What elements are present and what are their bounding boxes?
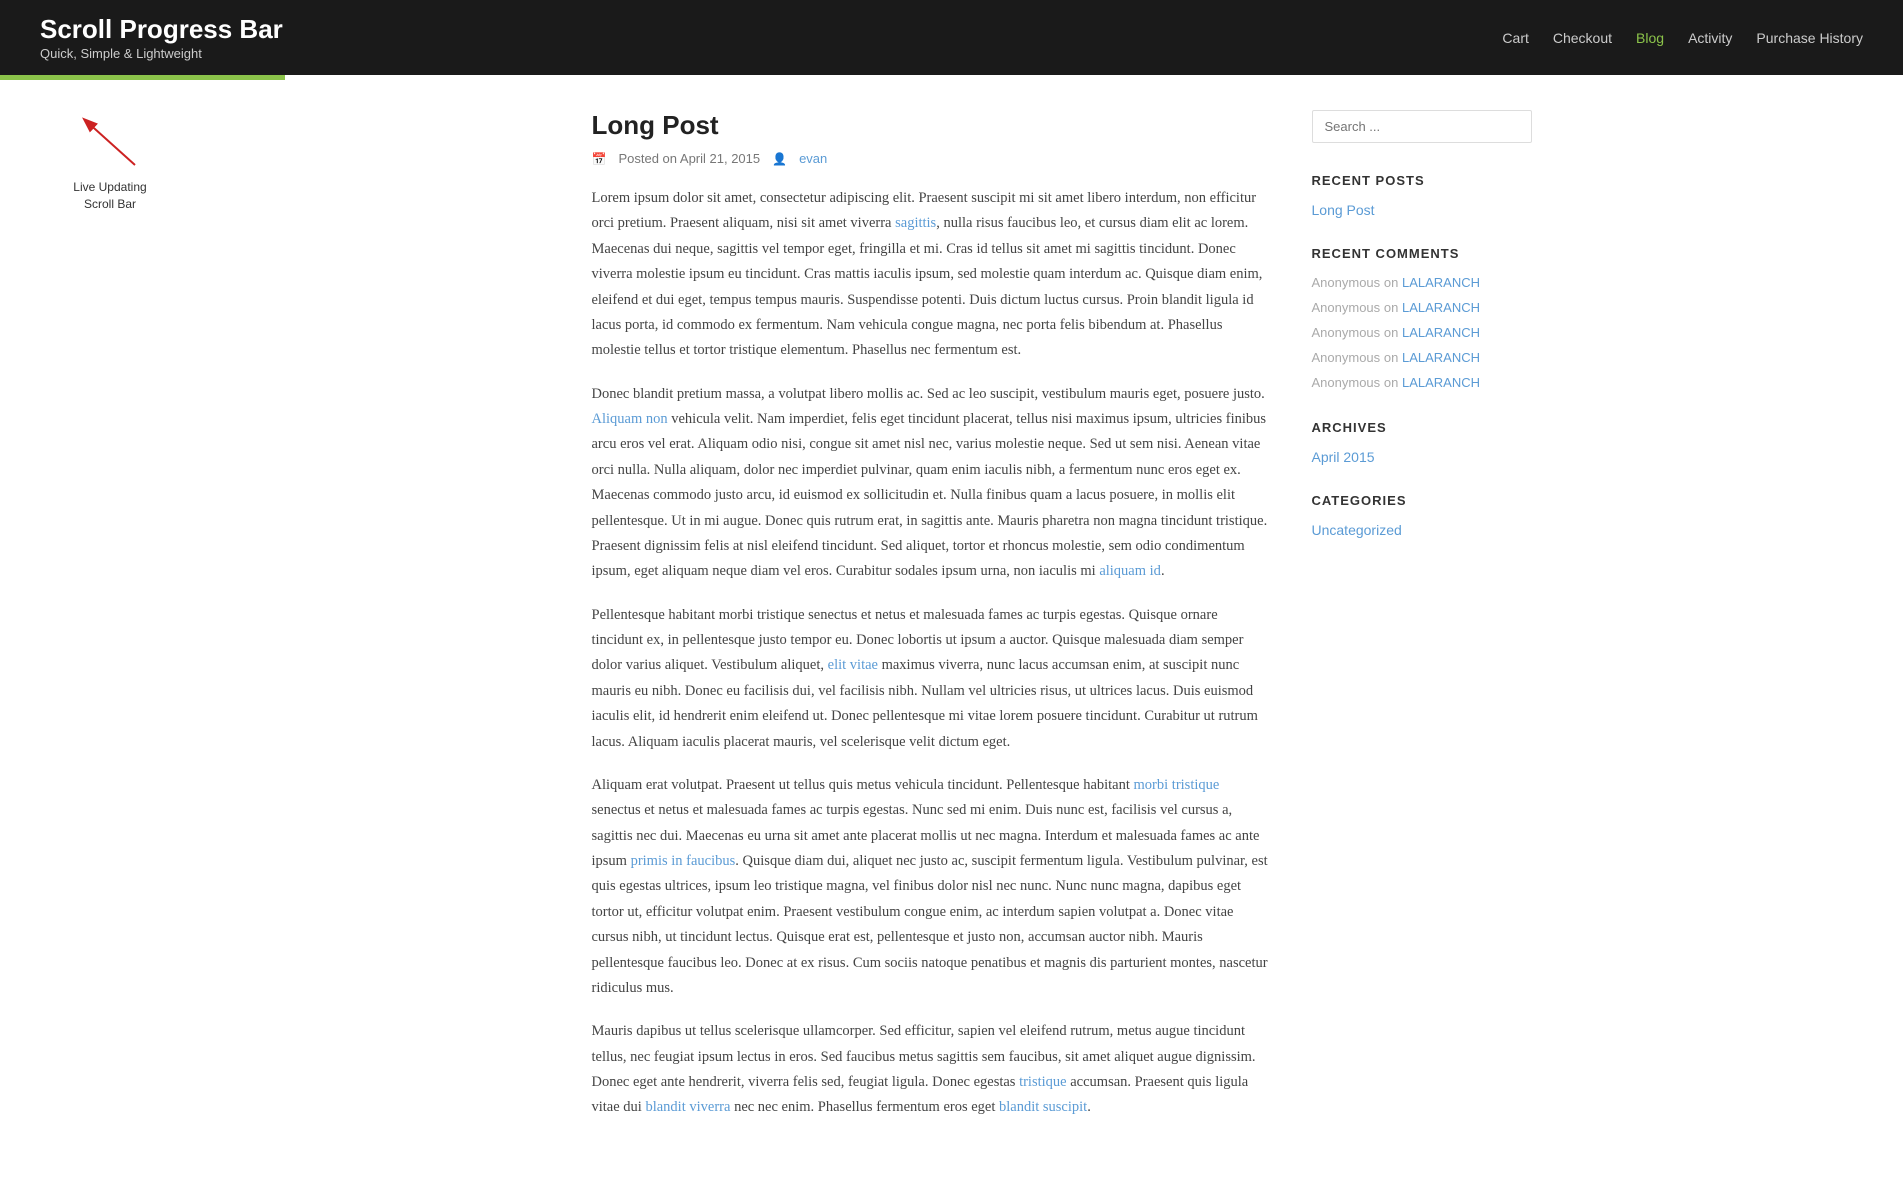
recent-comments-list: Anonymous on LALARANCH Anonymous on LALAR… bbox=[1312, 275, 1532, 392]
nav-link-checkout[interactable]: Checkout bbox=[1553, 30, 1612, 46]
post-paragraph-4: Mauris dapibus ut tellus scelerisque ull… bbox=[592, 1019, 1272, 1121]
post-content: Long Post 📅 Posted on April 21, 2015 👤 e… bbox=[592, 110, 1272, 1139]
main-nav: Cart Checkout Blog Activity Purchase History bbox=[1502, 30, 1863, 46]
recent-posts-list: Long Post bbox=[1312, 202, 1532, 218]
search-box bbox=[1312, 110, 1532, 143]
recent-comment-item: Anonymous on LALARANCH bbox=[1312, 275, 1532, 292]
recent-post-link[interactable]: Long Post bbox=[1312, 202, 1532, 218]
scroll-progress-bar bbox=[0, 75, 285, 80]
recent-posts-section: RECENT POSTS Long Post bbox=[1312, 173, 1532, 218]
categories-list: Uncategorized bbox=[1312, 522, 1532, 538]
nav-link-blog[interactable]: Blog bbox=[1636, 30, 1664, 46]
post-body: Lorem ipsum dolor sit amet, consectetur … bbox=[592, 186, 1272, 1121]
category-link[interactable]: Uncategorized bbox=[1312, 522, 1532, 538]
post-paragraph-1: Donec blandit pretium massa, a volutpat … bbox=[592, 382, 1272, 585]
archives-list: April 2015 bbox=[1312, 449, 1532, 465]
arrow-icon bbox=[65, 105, 155, 175]
main-wrapper: Long Post 📅 Posted on April 21, 2015 👤 e… bbox=[352, 80, 1552, 1179]
nav-link-activity[interactable]: Activity bbox=[1688, 30, 1732, 46]
recent-comment-item: Anonymous on LALARANCH bbox=[1312, 300, 1532, 317]
archives-section: ARCHIVES April 2015 bbox=[1312, 420, 1532, 465]
arrow-annotation: Live UpdatingScroll Bar bbox=[65, 105, 155, 213]
post-paragraph-2: Pellentesque habitant morbi tristique se… bbox=[592, 603, 1272, 755]
calendar-icon: 📅 bbox=[592, 152, 607, 166]
archive-link[interactable]: April 2015 bbox=[1312, 449, 1532, 465]
post-date: Posted on April 21, 2015 bbox=[618, 151, 760, 166]
site-tagline: Quick, Simple & Lightweight bbox=[40, 46, 283, 61]
right-sidebar: RECENT POSTS Long Post RECENT COMMENTS A… bbox=[1312, 110, 1532, 1139]
categories-section: CATEGORIES Uncategorized bbox=[1312, 493, 1532, 538]
post-paragraph-0: Lorem ipsum dolor sit amet, consectetur … bbox=[592, 186, 1272, 364]
nav-link-cart[interactable]: Cart bbox=[1502, 30, 1528, 46]
site-title: Scroll Progress Bar bbox=[40, 14, 283, 45]
left-sidebar-annotation: Live UpdatingScroll Bar bbox=[0, 85, 220, 233]
site-header: Scroll Progress Bar Quick, Simple & Ligh… bbox=[0, 0, 1903, 75]
post-paragraph-3: Aliquam erat volutpat. Praesent ut tellu… bbox=[592, 773, 1272, 1001]
recent-comments-title: RECENT COMMENTS bbox=[1312, 246, 1532, 261]
archives-title: ARCHIVES bbox=[1312, 420, 1532, 435]
site-branding: Scroll Progress Bar Quick, Simple & Ligh… bbox=[40, 14, 283, 60]
recent-comment-item: Anonymous on LALARANCH bbox=[1312, 325, 1532, 342]
user-icon: 👤 bbox=[772, 152, 787, 166]
nav-link-purchase-history[interactable]: Purchase History bbox=[1756, 30, 1863, 46]
post-author-link[interactable]: evan bbox=[799, 151, 827, 166]
post-title: Long Post bbox=[592, 110, 1272, 141]
recent-posts-title: RECENT POSTS bbox=[1312, 173, 1532, 188]
search-input[interactable] bbox=[1312, 110, 1532, 143]
annotation-label: Live UpdatingScroll Bar bbox=[65, 179, 155, 213]
recent-comments-section: RECENT COMMENTS Anonymous on LALARANCHAn… bbox=[1312, 246, 1532, 392]
recent-comment-item: Anonymous on LALARANCH bbox=[1312, 350, 1532, 367]
recent-comment-item: Anonymous on LALARANCH bbox=[1312, 375, 1532, 392]
categories-title: CATEGORIES bbox=[1312, 493, 1532, 508]
post-meta: 📅 Posted on April 21, 2015 👤 evan bbox=[592, 151, 1272, 166]
